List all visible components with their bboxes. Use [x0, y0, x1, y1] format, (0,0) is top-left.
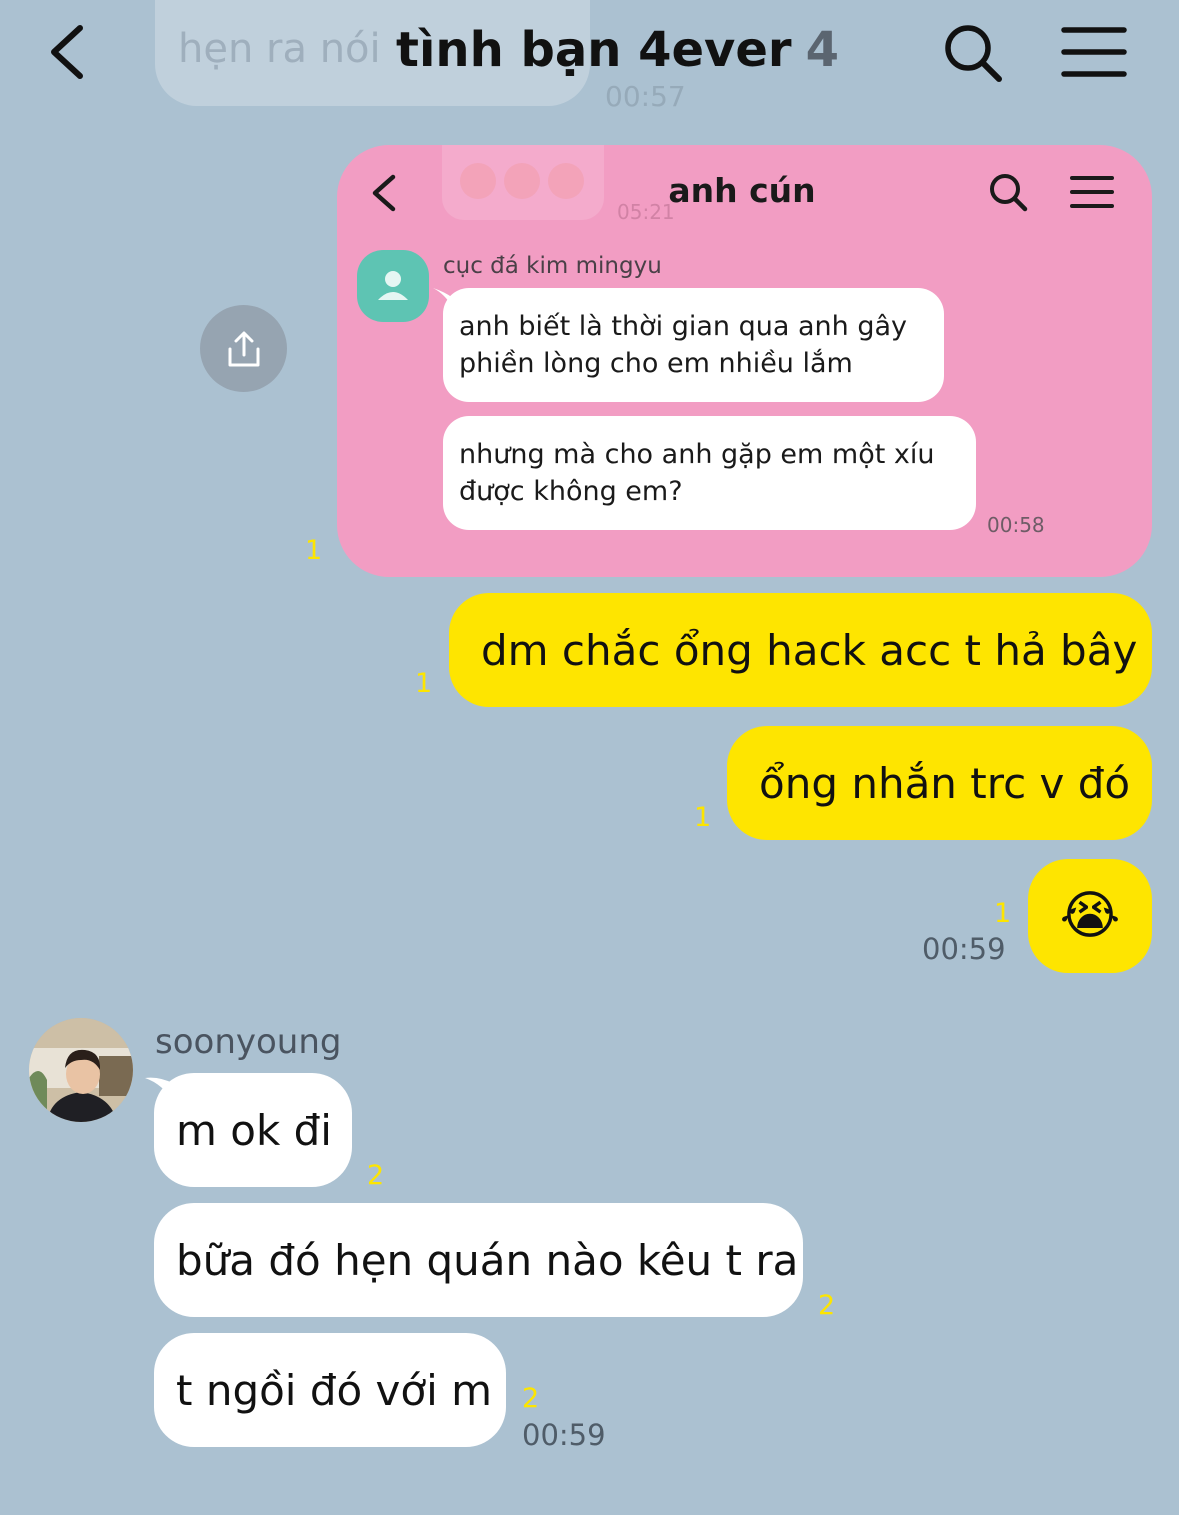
crying-face-emoji: 😭 [1059, 886, 1121, 946]
menu-icon [1061, 27, 1127, 77]
screenshot-sender-name: cục đá kim mingyu [443, 253, 662, 279]
previous-message-time: 00:57 [605, 80, 686, 113]
menu-button[interactable] [1060, 24, 1128, 80]
outgoing-message-bubble[interactable]: ổng nhắn trc v đó [727, 726, 1152, 840]
outgoing-message-text: ổng nhắn trc v đó [759, 758, 1131, 808]
read-count: 2 [818, 1290, 836, 1321]
screenshot-message-bubble: nhưng mà cho anh gặp em một xíu được khô… [443, 416, 976, 530]
message-time: 00:59 [522, 1418, 606, 1452]
screenshot-chat-title: anh cún [668, 171, 816, 210]
screenshot-search-icon [987, 171, 1029, 213]
read-count: 1 [305, 535, 323, 566]
screenshot-menu-icon [1069, 173, 1115, 211]
shared-screenshot-message[interactable]: 05:21 anh cún cục đá kim mingyu anh biết… [337, 145, 1152, 577]
person-icon [378, 271, 408, 300]
incoming-message-bubble[interactable]: t ngồi đó với m [154, 1333, 506, 1447]
read-count: 2 [367, 1160, 385, 1191]
outgoing-message-text: dm chắc ổng hack acc t hả bây [481, 625, 1138, 675]
incoming-message-bubble[interactable]: bữa đó hẹn quán nào kêu t ra [154, 1203, 803, 1317]
screenshot-avatar [357, 250, 429, 322]
previous-message-text: hẹn ra nói [178, 26, 381, 72]
back-icon [51, 25, 83, 79]
incoming-message-text: t ngồi đó với m [176, 1365, 493, 1415]
chat-title: tình bạn 4ever 4 [396, 22, 839, 78]
outgoing-message-bubble[interactable]: dm chắc ổng hack acc t hả bây [449, 593, 1152, 707]
outgoing-emoji-bubble[interactable]: 😭 [1028, 859, 1152, 973]
screenshot-message-bubble: anh biết là thời gian qua anh gây phiền … [443, 288, 944, 402]
sender-name: soonyoung [155, 1022, 342, 1062]
screenshot-back-icon [365, 171, 405, 215]
share-icon [228, 331, 259, 366]
read-count: 1 [994, 898, 1012, 929]
incoming-message-bubble[interactable]: m ok đi [154, 1073, 352, 1187]
search-icon [945, 25, 1002, 82]
read-count: 1 [694, 802, 712, 833]
read-count: 2 [522, 1383, 540, 1414]
screenshot-message-time: 00:58 [987, 513, 1045, 537]
message-time: 00:59 [922, 932, 1006, 966]
chat-title-text: tình bạn 4ever [396, 22, 792, 78]
read-count: 1 [415, 668, 433, 699]
sender-avatar[interactable] [29, 1018, 133, 1122]
member-count: 4 [805, 22, 839, 78]
incoming-message-text: bữa đó hẹn quán nào kêu t ra [176, 1235, 799, 1285]
share-button[interactable] [200, 305, 287, 392]
search-button[interactable] [940, 20, 1006, 86]
incoming-message-text: m ok đi [176, 1105, 332, 1155]
back-button[interactable] [40, 20, 100, 84]
